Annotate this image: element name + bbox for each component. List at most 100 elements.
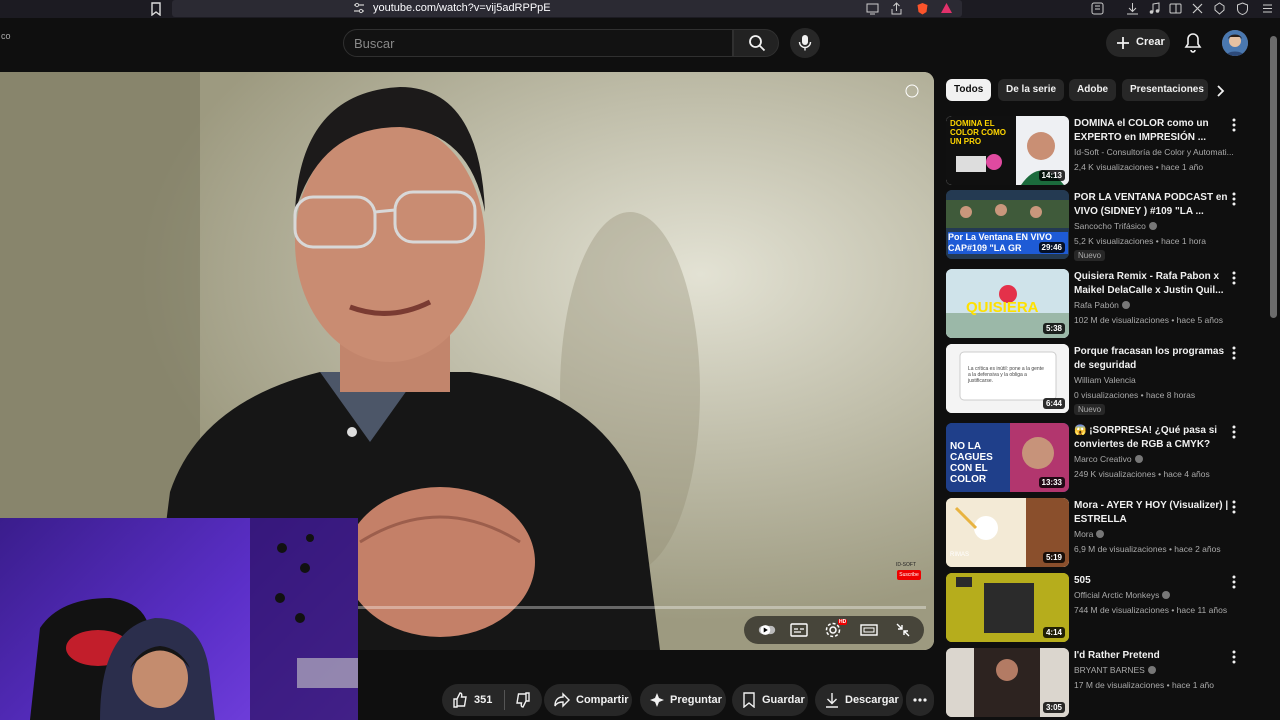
kebab-menu-icon[interactable]	[1230, 118, 1238, 132]
video-title[interactable]: I'd Rather Pretend	[1074, 649, 1230, 663]
download-arrow-icon	[826, 693, 838, 708]
channel-name[interactable]: BRYANT BARNES	[1074, 665, 1239, 675]
share-icon[interactable]	[890, 2, 903, 15]
menu-icon[interactable]	[1261, 2, 1274, 15]
fullscreen-exit-icon[interactable]	[894, 622, 912, 638]
voice-search-button[interactable]	[790, 28, 820, 58]
save-button[interactable]: Guardar	[732, 684, 808, 716]
video-duration: 5:19	[1042, 552, 1065, 563]
download-icon[interactable]	[1126, 2, 1139, 15]
video-title[interactable]: POR LA VENTANA PODCAST en VIVO (SIDNEY )…	[1074, 191, 1230, 219]
recommendation-item[interactable]: NO LA CAGUES CON EL COLOR 13:33 😱 ¡SORPR…	[946, 423, 1246, 493]
share-button[interactable]: Compartir	[544, 684, 632, 716]
scrollbar[interactable]	[1270, 36, 1277, 318]
video-title[interactable]: Mora - AYER Y HOY (Visualizer) | ESTRELL…	[1074, 499, 1230, 527]
address-bar[interactable]: youtube.com/watch?v=vij5adRPPpE	[172, 0, 962, 17]
video-thumbnail[interactable]: DOMINA EL COLOR COMO UN PRO 14:13	[946, 116, 1069, 185]
chip-presentaciones[interactable]: Presentaciones	[1122, 79, 1208, 101]
video-thumbnail[interactable]: 3:05	[946, 648, 1069, 717]
dislike-icon[interactable]	[515, 692, 531, 708]
channel-name[interactable]: Marco Creativo	[1074, 454, 1239, 464]
download-button[interactable]: Descargar	[815, 684, 903, 716]
channel-name[interactable]: Rafa Pabón	[1074, 300, 1239, 310]
tune-icon[interactable]	[353, 2, 365, 14]
brave-shield-icon[interactable]	[916, 2, 929, 15]
video-thumbnail[interactable]: 4:14	[946, 573, 1069, 642]
video-meta: 17 M de visualizaciones • hace 1 año	[1074, 680, 1215, 690]
bookmark-icon[interactable]	[150, 2, 162, 16]
video-actions: 351 Compartir Preguntar Guardar Descarga…	[0, 684, 934, 716]
video-title[interactable]: 505	[1074, 574, 1230, 588]
video-thumbnail[interactable]: RIMAS 5:19	[946, 498, 1069, 567]
kebab-menu-icon[interactable]	[1230, 500, 1238, 514]
chip-adobe[interactable]: Adobe	[1069, 79, 1117, 101]
verified-icon	[1162, 591, 1171, 599]
video-meta: 6,9 M de visualizaciones • hace 2 años	[1074, 544, 1221, 554]
youtube-logo[interactable]: co	[1, 31, 11, 41]
channel-name[interactable]: Mora	[1074, 529, 1239, 539]
kebab-menu-icon[interactable]	[1230, 271, 1238, 285]
video-thumbnail[interactable]: Por La Ventana EN VIVO CAP#109 "LA GR 29…	[946, 190, 1069, 259]
like-icon[interactable]	[452, 692, 468, 708]
kebab-menu-icon[interactable]	[1230, 650, 1238, 664]
video-title[interactable]: Quisiera Remix - Rafa Pabon x Maikel Del…	[1074, 270, 1230, 298]
verified-icon	[1148, 222, 1157, 230]
search-button[interactable]	[733, 29, 779, 57]
video-meta: 2,4 K visualizaciones • hace 1 año	[1074, 162, 1204, 172]
more-horizontal-icon	[913, 698, 927, 702]
video-title[interactable]: 😱 ¡SORPRESA! ¿Qué pasa si conviertes de …	[1074, 424, 1230, 452]
video-thumbnail[interactable]: La crítica es inútil: pone a la gente a …	[946, 344, 1069, 413]
recommendation-item[interactable]: 4:14 505 Official Arctic Monkeys 744 M d…	[946, 573, 1246, 643]
player-controls: HD	[744, 616, 924, 644]
shield-icon[interactable]	[1236, 2, 1249, 15]
channel-name[interactable]: William Valencia	[1074, 375, 1239, 385]
kebab-menu-icon[interactable]	[1230, 425, 1238, 439]
video-title[interactable]: DOMINA el COLOR como un EXPERTO en IMPRE…	[1074, 117, 1230, 145]
chevron-right-icon[interactable]	[1214, 84, 1228, 98]
avatar-image	[1222, 30, 1248, 56]
extensions-icon[interactable]	[1191, 2, 1204, 15]
kebab-menu-icon[interactable]	[1230, 192, 1238, 206]
subscribe-tag[interactable]: Suscribe	[897, 570, 921, 580]
video-title[interactable]: Porque fracasan los programas de segurid…	[1074, 345, 1230, 373]
kebab-menu-icon[interactable]	[1230, 575, 1238, 589]
avatar[interactable]	[1222, 30, 1248, 56]
new-badge: Nuevo	[1074, 250, 1106, 261]
sparkle-icon	[650, 693, 664, 707]
kebab-menu-icon[interactable]	[1230, 346, 1238, 360]
video-thumbnail[interactable]: QUISIERA 5:38	[946, 269, 1069, 338]
rewards-icon[interactable]	[940, 2, 953, 15]
search-input[interactable]: Buscar	[343, 29, 733, 57]
video-duration: 4:14	[1042, 627, 1065, 638]
wallet-icon[interactable]	[1169, 2, 1182, 15]
recommendation-item[interactable]: 3:05 I'd Rather Pretend BRYANT BARNES 17…	[946, 648, 1246, 718]
recommendation-item[interactable]: DOMINA EL COLOR COMO UN PRO 14:13 DOMINA…	[946, 116, 1246, 186]
url-text[interactable]: youtube.com/watch?v=vij5adRPPpE	[373, 2, 551, 14]
music-icon[interactable]	[1148, 2, 1161, 15]
notifications-bell-icon[interactable]	[1183, 32, 1203, 54]
theater-mode-icon[interactable]	[860, 622, 878, 638]
chip-de-la-serie[interactable]: De la serie	[998, 79, 1065, 101]
more-actions-button[interactable]	[906, 684, 934, 716]
recommendation-item[interactable]: La crítica es inútil: pone a la gente a …	[946, 344, 1246, 415]
recommendation-item[interactable]: RIMAS 5:19 Mora - AYER Y HOY (Visualizer…	[946, 498, 1246, 568]
ask-button[interactable]: Preguntar	[640, 684, 726, 716]
reader-icon[interactable]	[866, 2, 879, 15]
recommendation-item[interactable]: Por La Ventana EN VIVO CAP#109 "LA GR 29…	[946, 190, 1246, 261]
recommendation-item[interactable]: QUISIERA 5:38 Quisiera Remix - Rafa Pabo…	[946, 269, 1246, 339]
vpn-icon[interactable]	[1213, 2, 1226, 15]
video-thumbnail[interactable]: NO LA CAGUES CON EL COLOR 13:33	[946, 423, 1069, 492]
video-duration: 6:44	[1042, 398, 1065, 409]
autoplay-toggle-icon[interactable]	[758, 622, 776, 638]
like-count[interactable]: 351	[474, 694, 492, 706]
channel-watermark[interactable]: ID-SOFT Suscribe	[896, 562, 926, 582]
captions-icon[interactable]	[790, 622, 808, 638]
create-button[interactable]: Crear	[1106, 29, 1170, 57]
annotation-icon[interactable]	[905, 84, 919, 98]
sidebar-icon[interactable]	[1091, 2, 1104, 15]
channel-name[interactable]: Sancocho Trifásico	[1074, 221, 1239, 231]
channel-name[interactable]: Official Arctic Monkeys	[1074, 590, 1239, 600]
channel-name[interactable]: Id-Soft - Consultoría de Color y Automat…	[1074, 147, 1239, 157]
chip-todos[interactable]: Todos	[946, 79, 992, 101]
thumbnail-text: QUISIERA	[966, 299, 1039, 316]
